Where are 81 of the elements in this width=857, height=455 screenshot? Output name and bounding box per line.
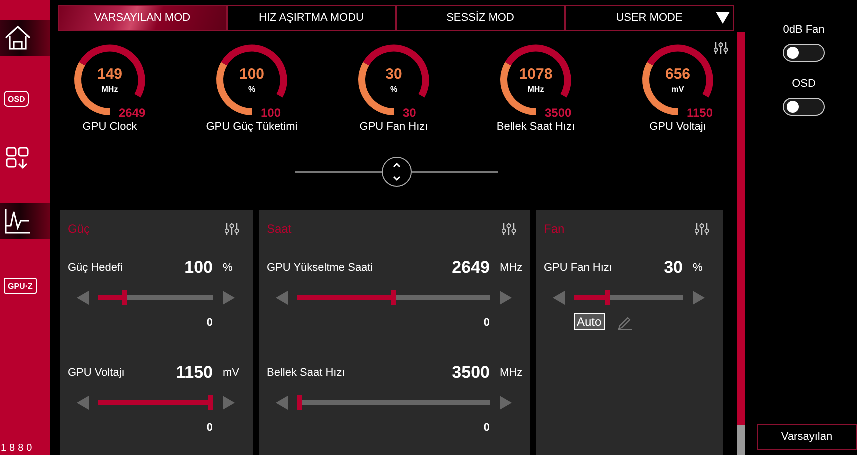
toggle-switch[interactable] [783,44,825,62]
gauge-max: 100 [261,106,282,120]
gauge-value: 100 [238,66,266,83]
gauge-max: 30 [403,106,416,120]
auto-button[interactable]: Auto [574,313,605,330]
mode-tab[interactable]: SESSİZ MOD [396,5,565,31]
gauge-max: 1150 [687,106,714,120]
unit-label: MHz [499,262,522,274]
slider-value: 1150 [176,363,213,383]
slider-thumb[interactable] [605,290,610,305]
slider-label: GPU Voltajı [68,367,126,379]
right-arrow-icon[interactable] [693,290,705,304]
mode-tab[interactable]: HIZ AŞIRTMA MODU [227,5,396,31]
monitor-icon[interactable] [3,206,33,236]
left-arrow-icon[interactable] [77,396,89,410]
gauge-label: Bellek Saat Hızı [496,121,576,133]
slider-label: GPU Yükseltme Saati [267,262,374,274]
settings-icon[interactable] [695,222,709,236]
right-arrow-icon[interactable] [223,396,235,410]
home-button[interactable] [0,20,50,56]
slider-label: GPU Fan Hızı [544,262,614,274]
panel-title: Fan [544,222,565,236]
gauge-unit: mV [670,85,686,94]
unit-label: % [222,262,234,274]
left-arrow-icon[interactable] [276,290,288,304]
gauge-unit: MHz [100,85,120,94]
slider-reading: 0 [482,422,490,434]
toggle-switch[interactable] [783,98,825,116]
gauge-label: GPU Fan Hızı [360,121,428,133]
slider-value: 100 [184,258,213,278]
gauge-label: GPU Güç Tüketimi [206,121,298,133]
gauge-value: 149 [96,66,124,83]
chevrons-icon [392,161,402,183]
home-icon[interactable] [3,23,33,53]
mode-tab[interactable]: VARSAYILAN MOD [58,5,227,31]
gauge-unit: MHz [526,85,546,94]
gauge-value: 30 [384,66,404,83]
settings-icon[interactable] [714,41,728,55]
right-arrow-icon[interactable] [500,290,512,304]
slider-value: 30 [664,258,683,278]
gauge-unit: % [389,85,399,94]
slider-thumb[interactable] [208,395,213,410]
right-arrow-icon[interactable] [223,290,235,304]
left-arrow-icon[interactable] [77,290,89,304]
slider-value: 3500 [452,363,490,383]
panel-title: Saat [267,222,292,236]
slider-thumb[interactable] [122,290,128,305]
osd-button[interactable]: OSD [4,91,30,107]
monitor-button[interactable] [0,203,50,239]
dropdown-icon[interactable] [715,11,731,25]
toggle-label: OSD [792,78,816,90]
gauge-label: GPU Clock [82,121,138,133]
gauge-value: 1078 [518,66,554,83]
gauge-unit: % [247,85,257,94]
slider-reading: 0 [206,422,213,434]
unit-label: % [692,262,704,274]
slider-label: Bellek Saat Hızı [267,367,346,379]
slider-thumb[interactable] [391,290,396,305]
settings-icon[interactable] [225,222,239,236]
slider-value: 2649 [452,258,490,278]
gauge-max: 2649 [119,106,146,120]
slider-label: Güç Hedefi [68,262,124,274]
collapse-button[interactable] [382,157,412,187]
mode-tab[interactable]: USER MODE [565,5,734,31]
gauge-max: 3500 [545,106,572,120]
right-arrow-icon[interactable] [500,396,512,410]
gauge-value: 656 [664,66,692,83]
settings-icon[interactable] [502,222,516,236]
unit-label: MHz [499,367,522,379]
toggle-label: 0dB Fan [783,24,825,36]
gauge-label: GPU Voltajı [650,121,706,133]
unit-label: mV [222,367,240,379]
left-arrow-icon[interactable] [553,290,565,304]
panel-title: Güç [68,222,90,236]
slider-reading: 0 [482,317,490,329]
default-button[interactable]: Varsayılan [757,424,857,450]
gpuz-button[interactable]: GPU·Z [4,278,37,294]
slider-thumb[interactable] [297,395,302,410]
version-number: 1880 [0,443,36,455]
slider-reading: 0 [206,317,213,329]
left-arrow-icon[interactable] [276,396,288,410]
